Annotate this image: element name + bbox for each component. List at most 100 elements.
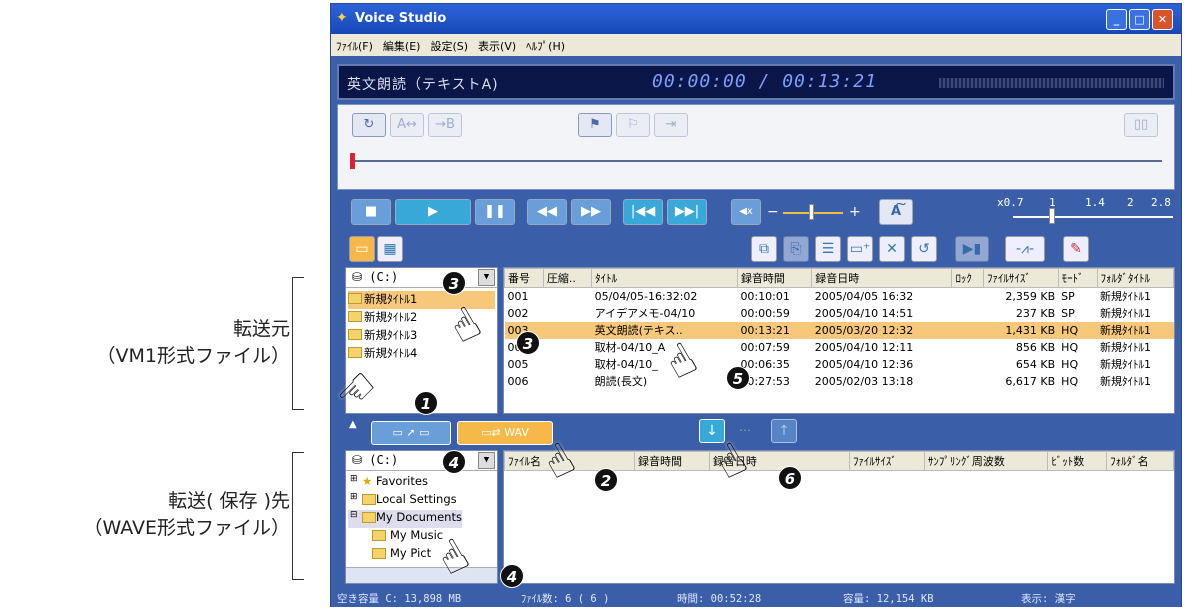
table-row[interactable]: 003 英文朗読(テキス.. 00:13:21 2005/03/20 12:32 1,4… (504, 321, 1174, 339)
volume-knob[interactable] (809, 204, 814, 220)
col-lock[interactable]: ﾛｯｸ (951, 268, 984, 288)
tree-item-local-settings[interactable]: ⊞ Local Settings (348, 492, 457, 510)
expand-icon[interactable]: ⊞ (350, 492, 358, 502)
copy-icon[interactable]: ⧉ (751, 236, 777, 262)
properties-icon[interactable]: ☰ (815, 236, 841, 262)
col-filesize[interactable]: ﾌｧｲﾙｻｲｽﾞ (848, 451, 925, 471)
col-number[interactable]: 番号 (504, 268, 544, 288)
ab-clear-icon[interactable]: →B (428, 113, 462, 137)
card-view-icon[interactable]: ▦ (377, 236, 403, 262)
tool-icon[interactable]: ✎ (1063, 236, 1089, 262)
col-mode[interactable]: ﾓｰﾄﾞ (1057, 268, 1098, 288)
col-bits[interactable]: ﾋﾞｯﾄ数 (1047, 451, 1108, 471)
table-cell: 英文朗読(テキス.. (591, 321, 738, 339)
ab-repeat-icon[interactable]: A↔ (390, 113, 424, 137)
seek-track[interactable] (352, 160, 1162, 162)
mark-delete-icon[interactable]: ⇥ (654, 113, 688, 137)
table-cell: 新規ﾀｲﾄﾙ1 (1100, 358, 1152, 371)
mark-add-icon[interactable]: ⚑ (578, 113, 612, 137)
folder-item[interactable]: 新規ﾀｲﾄﾙ4 (348, 345, 417, 363)
undo-icon[interactable]: ↺ (911, 236, 937, 262)
col-duration[interactable]: 録音時間 (634, 451, 710, 471)
expand-icon[interactable]: ⊞ (350, 474, 358, 484)
col-folder-title[interactable]: ﾌｫﾙﾀﾞﾀｲﾄﾙ (1096, 268, 1174, 288)
folder-item[interactable]: 新規ﾀｲﾄﾙ1 (348, 291, 495, 309)
play-button[interactable]: ▶ (395, 199, 471, 225)
tree-item-my-documents[interactable]: ⊟ My Documents (348, 510, 462, 528)
folder-item[interactable]: 新規ﾀｲﾄﾙ3 (348, 327, 417, 345)
divide-icon[interactable]: ▯▯ (1124, 113, 1158, 137)
transfer-up-icon[interactable]: ↑ (771, 419, 797, 443)
prev-track-button[interactable]: |◀◀ (623, 199, 663, 225)
seek-knob[interactable] (350, 153, 355, 169)
convert-to-wav-button[interactable]: ▭⇄ WAV (457, 421, 553, 445)
table-cell (543, 356, 591, 373)
table-row[interactable]: 002 アイデアメモ-04/10 00:00:59 2005/04/10 14:51 2… (505, 305, 1174, 322)
menu-view[interactable]: 表示(V) (473, 34, 521, 54)
menu-help[interactable]: ﾍﾙﾌﾟ(H) (521, 34, 570, 54)
collapse-arrow-icon[interactable]: ▲ (349, 419, 357, 430)
source-drive-select[interactable]: ⛁ (C:) ▼ (346, 268, 497, 288)
col-sample-rate[interactable]: ｻﾝﾌﾟﾘﾝｸﾞ周波数 (923, 451, 1049, 471)
minimize-button[interactable]: _ (1106, 9, 1127, 30)
table-cell (543, 288, 591, 305)
toolbar: ▭ ▦ ⧉ ⎘ ☰ ▭⁺ ✕ ↺ ▶▮ -⩘- ✎ (337, 232, 1175, 266)
pause-button[interactable]: ❚❚ (475, 199, 515, 225)
step-badge: 3 (516, 331, 540, 355)
rewind-button[interactable]: ◀◀ (527, 199, 567, 225)
tree-item-my-pictures[interactable]: My Pict (372, 546, 431, 564)
menu-file[interactable]: ﾌｧｲﾙ(F) (331, 34, 378, 54)
menu-settings[interactable]: 設定(S) (425, 34, 473, 54)
folder-view-icon[interactable]: ▭ (349, 236, 375, 262)
tree-item-favorites[interactable]: ⊞ ★ Favorites (348, 474, 428, 492)
table-cell: 00:00:59 (740, 306, 790, 320)
source-format-label: （VM1形式ファイル） (96, 345, 290, 367)
copy-to-folder-button[interactable]: ▭ ➚ ▭ (371, 421, 451, 445)
table-cell: 新規ﾀｲﾄﾙ1 (1100, 307, 1152, 320)
new-folder-icon[interactable]: ▭⁺ (847, 236, 873, 262)
table-cell: SP (1061, 306, 1075, 320)
col-folder-name[interactable]: ﾌｫﾙﾀﾞ名 (1106, 451, 1174, 471)
voice-adjust-icon[interactable]: A͠ (879, 199, 913, 225)
fast-forward-button[interactable]: ▶▶ (571, 199, 611, 225)
col-filesize[interactable]: ﾌｧｲﾙｻｲｽﾞ (982, 268, 1059, 288)
pictures-folder-icon (372, 548, 386, 559)
paste-icon[interactable]: ⎘ (783, 236, 809, 262)
volume-minus-icon: − (767, 204, 779, 220)
table-cell (952, 288, 984, 305)
transfer-dots: ⋯ (739, 423, 751, 437)
waveform-icon[interactable]: -⩘- (1005, 236, 1045, 262)
table-row[interactable]: 001 05/04/05-16:32:02 00:10:01 2005/04/05 1… (505, 288, 1174, 305)
table-row[interactable]: 004取材-04/10_A00:07:592005/04/10 12:11856… (505, 339, 1174, 356)
next-track-button[interactable]: ▶▶| (667, 199, 707, 225)
repeat-icon[interactable]: ↻ (352, 113, 386, 137)
folder-icon (348, 293, 362, 304)
close-button[interactable]: ✕ (1152, 9, 1173, 30)
col-title[interactable]: ﾀｲﾄﾙ (591, 268, 738, 288)
dest-drive-select[interactable]: ⛁ (C:) ▼ (346, 451, 497, 471)
folder-item[interactable]: 新規ﾀｲﾄﾙ2 (348, 309, 417, 327)
col-duration[interactable]: 録音時間 (736, 268, 813, 288)
col-compress[interactable]: 圧縮.. (542, 268, 593, 288)
delete-icon[interactable]: ✕ (879, 236, 905, 262)
table-row[interactable]: 006 朗読(長文) 00:27:53 2005/02/03 13:18 6,617 K… (505, 373, 1174, 390)
dest-annotation: 転送( 保存 )先 （WAVE形式ファイル） (0, 488, 290, 542)
merge-icon[interactable]: ▶▮ (955, 236, 989, 262)
col-rec-date[interactable]: 録音日時 (811, 268, 953, 288)
mute-icon[interactable]: ◀x (731, 199, 761, 225)
edit-control-area: ↻ A↔ →B ⚑ ⚐ ⇥ ▯▯ (337, 104, 1175, 190)
chevron-down-icon[interactable]: ▼ (478, 452, 495, 469)
stop-button[interactable]: ■ (351, 199, 391, 225)
music-folder-icon (372, 530, 386, 541)
table-row[interactable]: 005 取材-04/10_ 00:06:35 2005/04/10 12:36 654 … (505, 356, 1174, 373)
menu-edit[interactable]: 編集(E) (378, 34, 426, 54)
chevron-down-icon[interactable]: ▼ (478, 269, 495, 286)
table-cell: SP (1061, 289, 1075, 303)
table-cell: HQ (1058, 321, 1098, 339)
mark-move-icon[interactable]: ⚐ (616, 113, 650, 137)
collapse-icon[interactable]: ⊟ (350, 510, 358, 520)
speed-slider[interactable] (1013, 216, 1173, 218)
speed-knob[interactable] (1049, 208, 1055, 224)
maximize-button[interactable]: □ (1129, 9, 1150, 30)
folder-icon (348, 311, 362, 322)
